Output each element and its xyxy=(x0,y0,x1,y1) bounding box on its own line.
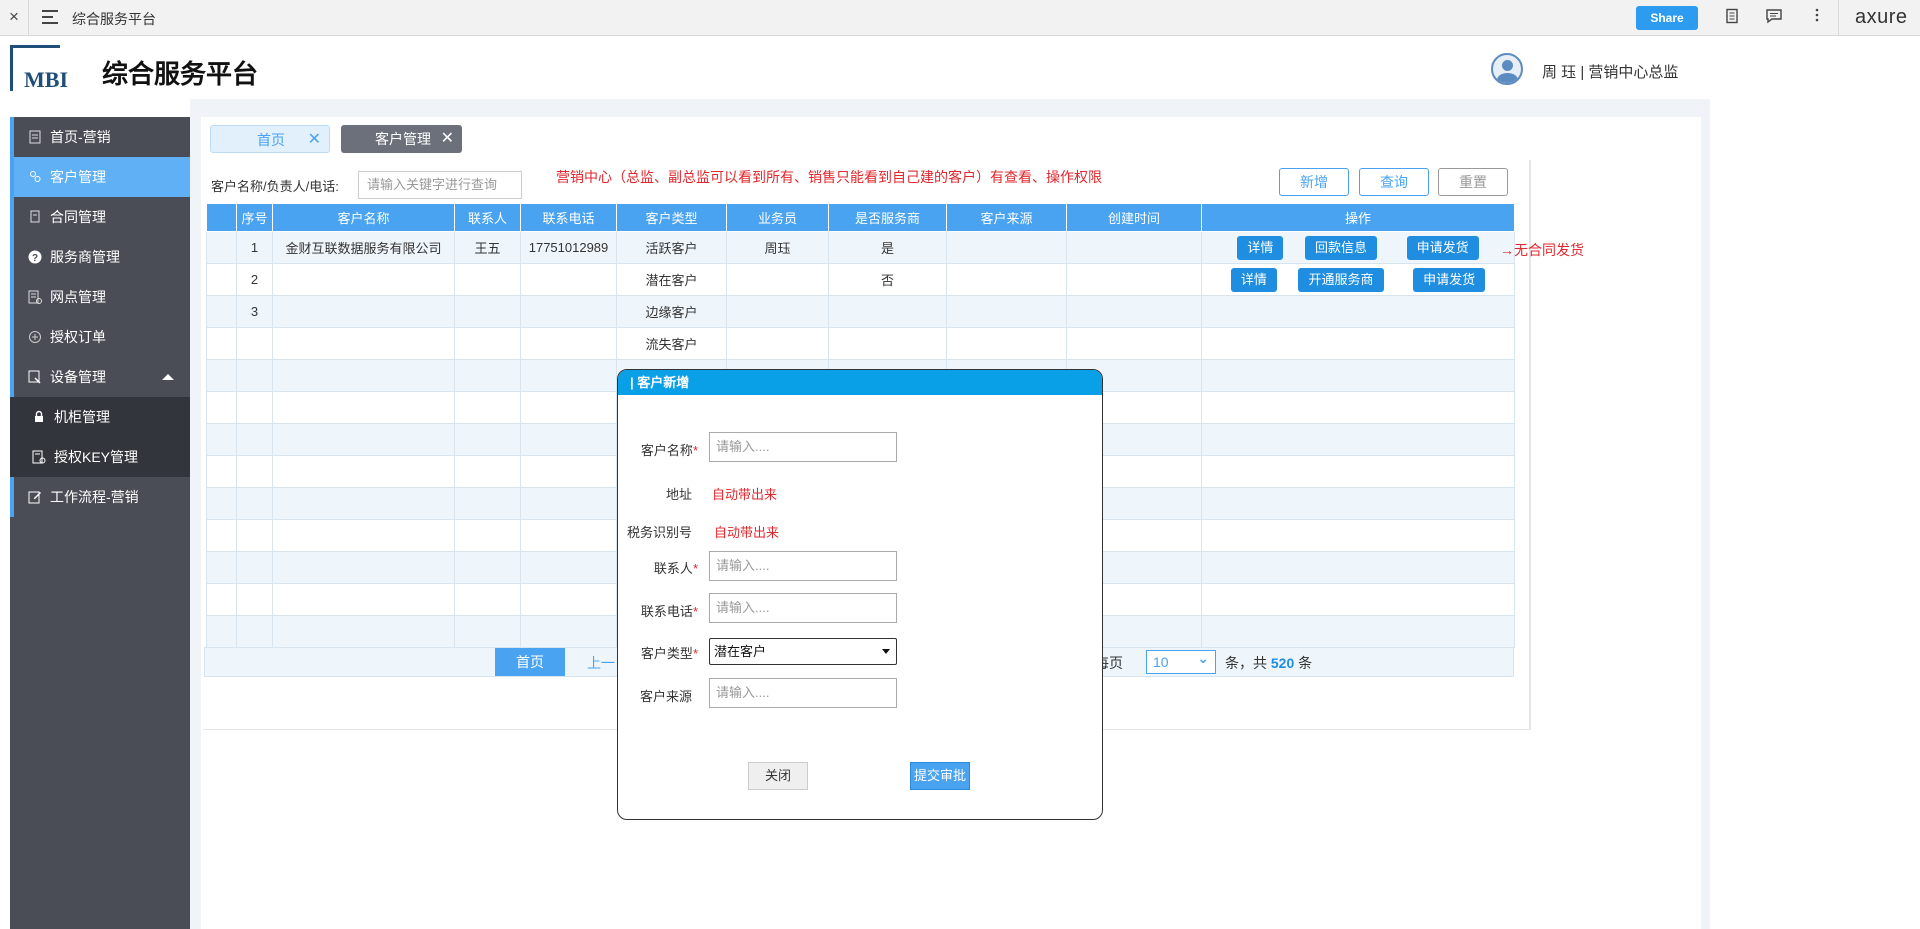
query-button[interactable]: 查询 xyxy=(1359,168,1429,196)
apply-shipment-button[interactable]: 申请发货 xyxy=(1406,235,1479,260)
contact-input[interactable]: 请输入.... xyxy=(709,551,897,581)
detail-button[interactable]: 详情 xyxy=(1230,267,1277,292)
customer-source-input[interactable]: 请输入.... xyxy=(709,678,897,708)
caret-up-icon[interactable] xyxy=(162,374,174,380)
contract-icon xyxy=(28,210,42,224)
submit-approval-button[interactable]: 提交审批 xyxy=(910,762,970,790)
sidebar: 首页-营销 客户管理 合同管理 ? 服务商管理 网点管理 授权订单 设备管理 机… xyxy=(10,117,190,929)
close-icon[interactable]: × xyxy=(6,7,22,27)
add-customer-modal: | 客户新增 客户名称* 请输入.... 地址 自动带出来 税务识别号 自动带出… xyxy=(617,369,1103,820)
comment-icon[interactable] xyxy=(1764,8,1784,28)
sidebar-item-label: 设备管理 xyxy=(50,369,106,385)
share-button[interactable]: Share xyxy=(1636,6,1698,30)
table-row[interactable]: 3 边缘客户 xyxy=(206,295,1515,328)
axure-toolbar: × 综合服务平台 Share axure xyxy=(0,0,1920,36)
sidebar-item-label: 服务商管理 xyxy=(50,249,120,265)
notes-icon[interactable] xyxy=(1722,8,1742,28)
more-vertical-icon[interactable] xyxy=(1807,8,1827,28)
sidebar-item-auth-keys[interactable]: 授权KEY管理 xyxy=(10,437,190,477)
key-doc-icon xyxy=(32,450,46,464)
sidebar-item-label: 首页-营销 xyxy=(50,129,111,145)
user-name-role[interactable]: 周 珏 | 营销中心总监 xyxy=(1542,61,1678,82)
device-icon xyxy=(28,370,42,384)
phone-input[interactable]: 请输入.... xyxy=(709,593,897,623)
network-doc-icon xyxy=(28,290,42,304)
table-header: 序号 客户名称 联系人 联系电话 客户类型 业务员 是否服务商 客户来源 创建时… xyxy=(206,203,1515,232)
customer-name-input[interactable]: 请输入.... xyxy=(709,432,897,462)
search-label: 客户名称/负责人/电话: xyxy=(211,179,339,194)
total-count: 条，共 520 条 xyxy=(1225,655,1313,671)
sidebar-item-home-marketing[interactable]: 首页-营销 xyxy=(10,117,190,157)
contact-label: 联系人* xyxy=(653,561,698,576)
table-row[interactable]: 1 金财互联数据服务有限公司 王五 17751012989 活跃客户 周珏 是 … xyxy=(206,231,1515,264)
customer-type-label: 客户类型* xyxy=(640,646,698,661)
customer-source-label: 客户来源 xyxy=(639,689,692,704)
sidebar-item-label: 工作流程-营销 xyxy=(50,489,139,505)
phone-label: 联系电话* xyxy=(640,604,698,619)
close-icon[interactable]: ✕ xyxy=(441,125,454,153)
table-row[interactable]: 流失客户 xyxy=(206,327,1515,360)
sidebar-item-label: 机柜管理 xyxy=(54,409,110,425)
users-icon xyxy=(28,170,42,184)
prev-page-button[interactable]: 上一 xyxy=(587,653,615,673)
home-doc-icon xyxy=(28,130,42,144)
detail-button[interactable]: 详情 xyxy=(1237,235,1284,260)
sidebar-item-label: 授权订单 xyxy=(50,329,106,345)
sidebar-item-workflow[interactable]: 工作流程-营销 xyxy=(10,477,190,517)
table-row[interactable]: 2 潜在客户 否 详情 开通服务商 申请发货 xyxy=(206,263,1515,296)
page-title: 综合服务平台 xyxy=(72,11,156,27)
payment-info-button[interactable]: 回款信息 xyxy=(1304,235,1377,260)
axure-logo: axure xyxy=(1855,6,1908,28)
sidebar-item-label: 授权KEY管理 xyxy=(54,449,139,465)
tab-home[interactable]: 首页 ✕ xyxy=(210,125,330,153)
customer-name-label: 客户名称* xyxy=(640,443,698,458)
tax-id-auto-text: 自动带出来 xyxy=(714,525,780,540)
sidebar-item-auth-orders[interactable]: 授权订单 xyxy=(10,317,190,357)
sidebar-item-label: 合同管理 xyxy=(50,209,106,225)
menu-icon[interactable] xyxy=(42,10,59,28)
add-button[interactable]: 新增 xyxy=(1279,168,1349,196)
sidebar-item-contracts[interactable]: 合同管理 xyxy=(10,197,190,237)
user-avatar-icon[interactable] xyxy=(1491,53,1523,85)
help-circle-icon: ? xyxy=(28,250,42,264)
address-auto-text: 自动带出来 xyxy=(712,487,778,502)
lock-icon xyxy=(32,410,46,424)
sidebar-item-label: 客户管理 xyxy=(50,169,106,185)
open-service-provider-button[interactable]: 开通服务商 xyxy=(1298,267,1384,292)
apply-shipment-button[interactable]: 申请发货 xyxy=(1413,267,1486,292)
search-input[interactable]: 请输入关键字进行查询 xyxy=(358,171,522,199)
reset-button[interactable]: 重置 xyxy=(1438,168,1508,196)
sidebar-item-devices[interactable]: 设备管理 xyxy=(10,357,190,397)
app-title: 综合服务平台 xyxy=(102,59,259,89)
tax-id-label: 税务识别号 xyxy=(626,525,692,540)
edit-icon xyxy=(28,490,42,504)
close-icon[interactable]: ✕ xyxy=(308,126,321,154)
sidebar-item-label: 网点管理 xyxy=(50,289,106,305)
tab-customer-management[interactable]: 客户管理 ✕ xyxy=(341,125,462,153)
page-size-select[interactable]: 10 xyxy=(1146,647,1216,674)
sidebar-item-service-providers[interactable]: ? 服务商管理 xyxy=(10,237,190,277)
permission-note: 营销中心（总监、副总监可以看到所有、销售只能看到自己建的客户）有查看、操作权限 xyxy=(556,169,1102,185)
no-contract-shipment-note: →无合同发货 xyxy=(1500,242,1584,258)
customer-type-select[interactable]: 潜在客户 xyxy=(709,638,897,665)
address-label: 地址 xyxy=(665,487,692,502)
first-page-button[interactable]: 首页 xyxy=(495,648,565,676)
modal-title: | 客户新增 xyxy=(618,370,1102,395)
sidebar-item-customers[interactable]: 客户管理 xyxy=(10,157,190,197)
order-icon xyxy=(28,330,42,344)
sidebar-item-outlets[interactable]: 网点管理 xyxy=(10,277,190,317)
mbi-logo: MBI xyxy=(10,45,84,93)
sidebar-item-cabinets[interactable]: 机柜管理 xyxy=(10,397,190,437)
close-button[interactable]: 关闭 xyxy=(748,762,808,790)
svg-text:?: ? xyxy=(32,253,38,264)
